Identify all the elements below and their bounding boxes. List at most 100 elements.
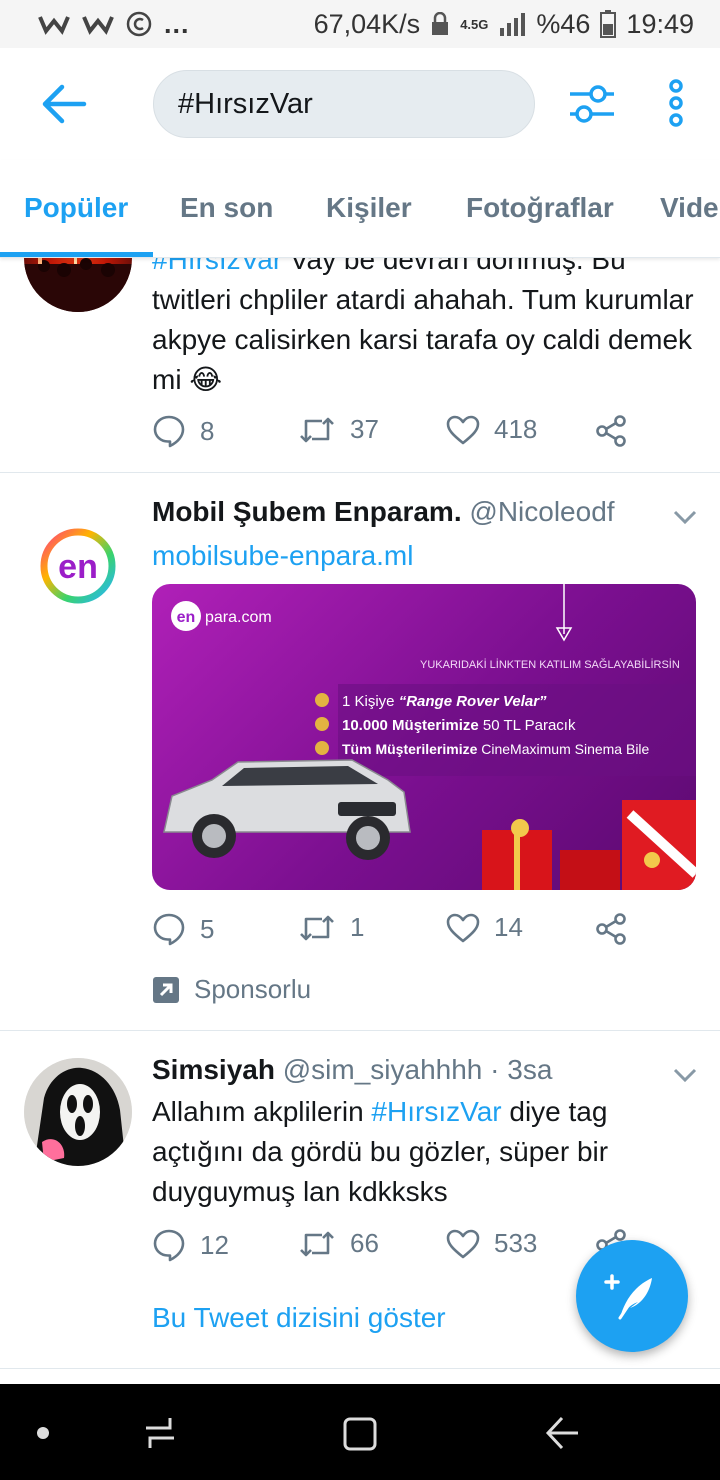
search-input[interactable]: #HırsızVar — [153, 70, 535, 138]
like-count: 418 — [494, 414, 538, 444]
tab-videos[interactable]: Vide — [660, 192, 719, 224]
hashtag-link[interactable]: #HırsızVar — [371, 1096, 501, 1127]
tweet-feed[interactable]: #HırsızVar Vay be devran dönmüş. Bu twit… — [0, 258, 720, 1384]
ad-line-1-a: 1 Kişiye — [342, 693, 399, 710]
chevron-down-icon[interactable] — [672, 1066, 698, 1084]
ad-line-2-b: 50 TL Paracık — [479, 717, 576, 734]
recent-apps-icon[interactable] — [140, 1414, 180, 1452]
enpara-logo-text: en — [58, 548, 98, 586]
status-left: ... — [38, 9, 190, 40]
avatar[interactable]: en — [24, 512, 132, 620]
author-handle: @Nicoleodf — [469, 496, 615, 527]
retweet-icon — [300, 1231, 334, 1256]
retweet-button[interactable]: 66 — [298, 1228, 379, 1259]
hashtag-link[interactable]: #HırsızVar — [152, 258, 282, 275]
car-illustration — [163, 759, 411, 860]
reply-count: 8 — [200, 415, 215, 446]
network-speed: 67,04K/s — [313, 8, 421, 39]
w-icon — [38, 16, 70, 35]
show-thread-link[interactable]: Bu Tweet dizisini göster — [152, 1302, 446, 1334]
clock: 19:49 — [626, 8, 694, 39]
author-name: Simsiyah — [152, 1054, 275, 1085]
tab-people[interactable]: Kişiler — [326, 192, 412, 224]
reply-count: 12 — [200, 1229, 229, 1260]
ad-banner: en para.com YUKARIDAKİ LİNKTEN KATILIM S… — [163, 584, 696, 890]
tweet-text-first-line: Vay be devran dönmüş. Bu — [282, 258, 626, 275]
ad-line-1-b: “Range Rover Velar” — [399, 693, 547, 710]
enpara-logo: en — [40, 528, 116, 604]
filter-icon[interactable] — [568, 82, 616, 126]
home-button-icon[interactable] — [342, 1416, 378, 1452]
tab-indicator — [0, 252, 153, 257]
like-count: 14 — [494, 912, 523, 942]
retweet-button[interactable]: 37 — [298, 414, 379, 445]
ad-line-1: 1 Kişiye “Range Rover Velar” — [342, 693, 547, 710]
chevron-down-icon[interactable] — [672, 508, 698, 526]
more-options-icon[interactable] — [660, 78, 692, 128]
tweet-timestamp: · 3sa — [482, 1054, 553, 1085]
tweet-actions: 5 1 14 — [152, 912, 632, 952]
status-right: 67,04K/s 4.5G %46 19:49 — [314, 9, 694, 40]
tweet-author[interactable]: Mobil Şubem Enparam. @Nicoleodf — [152, 496, 615, 528]
tweet-text-a: Allahım akplilerin — [152, 1096, 372, 1127]
ad-line-2: 10.000 Müşterimize 50 TL Paracık — [342, 717, 576, 734]
like-button[interactable]: 418 — [446, 414, 537, 445]
ad-line-3-a: Tüm Müşterilerimize — [342, 741, 478, 757]
share-icon — [596, 415, 626, 447]
laughing-emoji-icon: 😂 — [189, 364, 223, 395]
ad-line-2-a: 10.000 Müşterimize — [342, 717, 479, 734]
tweet-actions: 12 66 533 — [152, 1228, 632, 1268]
tab-popular[interactable]: Popüler — [24, 192, 128, 224]
tweet-actions: 8 37 418 — [152, 414, 632, 454]
share-button[interactable] — [594, 912, 628, 946]
reply-button[interactable]: 8 — [152, 414, 214, 448]
tweet-text: Allahım akplilerin #HırsızVar diye tag a… — [152, 1092, 652, 1212]
retweet-count: 1 — [350, 912, 365, 942]
dot-icon[interactable] — [36, 1426, 50, 1440]
system-nav-bar — [0, 1384, 720, 1480]
share-button[interactable] — [594, 414, 628, 448]
avatar[interactable] — [24, 258, 132, 312]
back-nav-icon[interactable] — [544, 1414, 580, 1452]
compose-feather-icon — [604, 1274, 652, 1320]
like-button[interactable]: 14 — [446, 912, 523, 943]
tweet-author[interactable]: Simsiyah @sim_siyahhhh · 3sa — [152, 1054, 552, 1086]
network-type: 4.5G — [460, 16, 489, 32]
ad-image[interactable]: en para.com YUKARIDAKİ LİNKTEN KATILIM S… — [152, 584, 696, 890]
reply-count: 5 — [200, 913, 215, 944]
retweet-count: 37 — [350, 414, 379, 444]
avatar[interactable] — [24, 1058, 132, 1166]
author-name: Mobil Şubem Enparam. — [152, 496, 462, 527]
tab-latest[interactable]: En son — [180, 192, 273, 224]
ad-brand-badge: en — [177, 609, 196, 626]
search-tabs: Popüler En son Kişiler Fotoğraflar Vide — [0, 160, 720, 258]
lock-icon — [432, 12, 449, 35]
copyright-icon — [126, 11, 152, 37]
battery-percent: %46 — [536, 8, 591, 39]
promoted-arrow-icon — [153, 976, 179, 1003]
like-button[interactable]: 533 — [446, 1228, 537, 1259]
reply-button[interactable]: 12 — [152, 1228, 229, 1262]
share-icon — [596, 913, 626, 945]
heart-icon — [446, 1229, 480, 1258]
retweet-count: 66 — [350, 1228, 379, 1258]
crowd-photo — [24, 258, 132, 312]
ad-brand: para.com — [205, 609, 272, 626]
retweet-button[interactable]: 1 — [298, 912, 364, 943]
heart-icon — [446, 913, 480, 942]
reply-button[interactable]: 5 — [152, 912, 214, 946]
status-bar: ... 67,04K/s 4.5G %46 19:49 — [0, 0, 720, 48]
like-count: 533 — [494, 1228, 538, 1258]
tweet-link[interactable]: mobilsube-enpara.ml — [152, 536, 697, 576]
author-handle: @sim_siyahhhh — [282, 1054, 483, 1085]
search-header: #HırsızVar — [0, 48, 720, 160]
heart-icon — [446, 415, 480, 444]
promoted-text: Sponsorlu — [194, 974, 312, 1004]
tab-photos[interactable]: Fotoğraflar — [466, 192, 614, 224]
compose-tweet-button[interactable] — [576, 1240, 688, 1352]
divider — [0, 472, 720, 473]
ad-line-3-b: CineMaximum Sinema Bile — [477, 741, 649, 757]
search-query: #HırsızVar — [178, 87, 313, 120]
back-arrow-icon[interactable] — [40, 82, 88, 126]
status-ellipsis: ... — [164, 8, 190, 39]
